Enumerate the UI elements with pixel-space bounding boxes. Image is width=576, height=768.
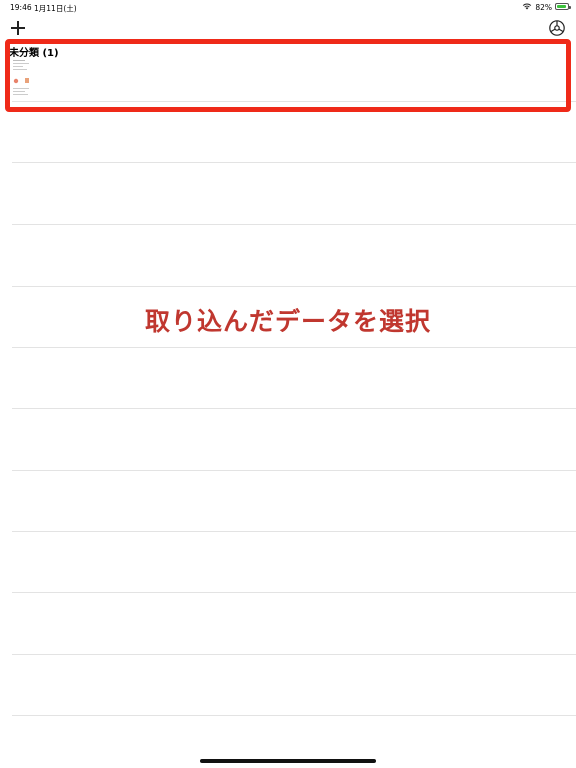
home-indicator[interactable] <box>200 759 376 763</box>
battery-level <box>557 5 567 8</box>
list-item[interactable] <box>12 226 576 287</box>
list-item[interactable] <box>12 348 576 409</box>
list-item[interactable] <box>12 655 576 716</box>
list-item[interactable] <box>12 594 576 655</box>
status-date: 1月11日(土) <box>34 4 77 13</box>
list-item[interactable] <box>12 532 576 593</box>
gear-icon[interactable] <box>548 19 566 37</box>
list-item[interactable] <box>12 164 576 225</box>
battery-percent: 82% <box>535 3 552 12</box>
list-item[interactable] <box>12 410 576 471</box>
instruction-annotation: 取り込んだデータを選択 <box>144 307 431 336</box>
status-bar: 19:46 1月11日(土) 82% <box>0 0 576 14</box>
battery-icon <box>555 3 571 10</box>
wifi-icon <box>522 3 532 10</box>
highlight-box <box>5 39 571 112</box>
add-button[interactable] <box>10 20 26 36</box>
status-time: 19:46 <box>10 3 32 12</box>
list-item[interactable] <box>12 471 576 532</box>
